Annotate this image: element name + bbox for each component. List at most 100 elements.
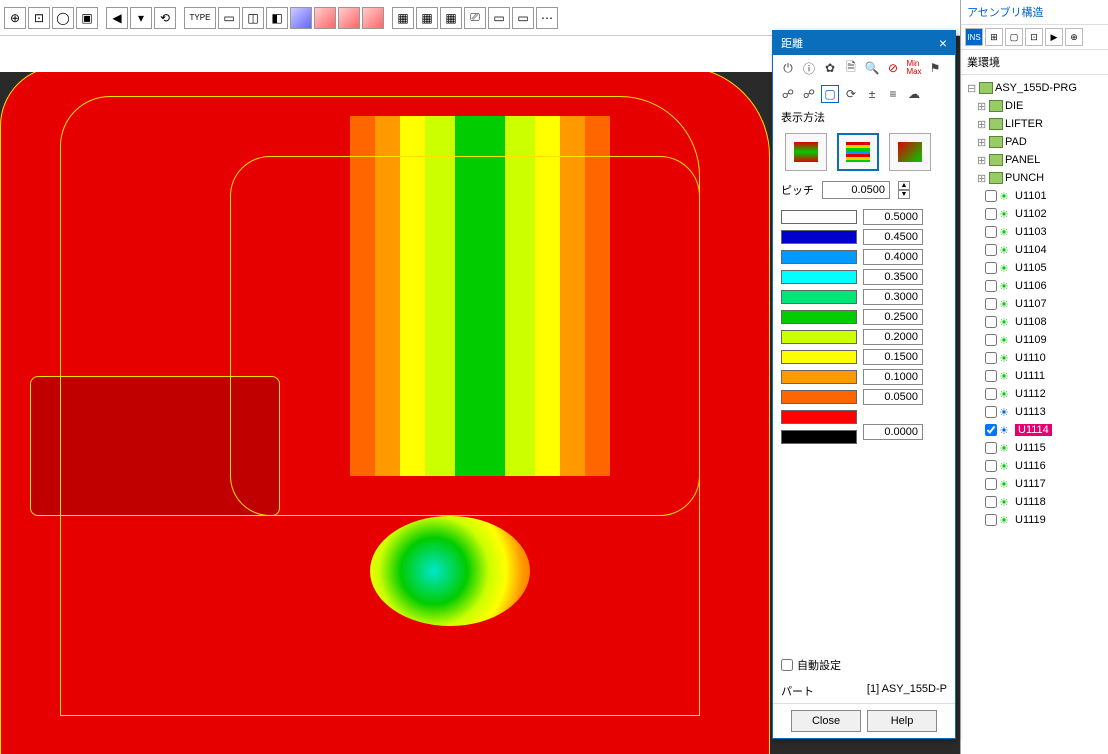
tree-item-label[interactable]: U1107 — [1015, 298, 1047, 310]
expand-icon[interactable]: ⊞ — [977, 136, 987, 149]
grid1-icon[interactable]: ▦ — [392, 7, 414, 29]
mode-banded-button[interactable] — [837, 133, 879, 171]
bulb-icon[interactable]: ☀ — [999, 406, 1013, 418]
legend-value-input[interactable] — [863, 229, 923, 245]
hidden-line-icon[interactable]: ◫ — [242, 7, 264, 29]
tree-tool-2[interactable]: ▢ — [1005, 28, 1023, 46]
power-icon[interactable]: ⏻ — [779, 59, 797, 77]
tree-item-checkbox[interactable] — [985, 442, 997, 454]
bulb-icon[interactable]: ☀ — [999, 190, 1013, 202]
tree-item-checkbox[interactable] — [985, 478, 997, 490]
tree-group-label[interactable]: LIFTER — [1005, 118, 1043, 130]
zoom-fit-icon[interactable]: ◯ — [52, 7, 74, 29]
tree-item-label[interactable]: U1115 — [1015, 442, 1046, 454]
menu-icon[interactable]: ⋯ — [536, 7, 558, 29]
tree-item-checkbox[interactable] — [985, 316, 997, 328]
legend-swatch[interactable] — [781, 270, 857, 284]
tree-item-label[interactable]: U1101 — [1015, 190, 1047, 202]
bulb-icon[interactable]: ☀ — [999, 370, 1013, 382]
tree-item-label[interactable]: U1102 — [1015, 208, 1047, 220]
tree-item-checkbox[interactable] — [985, 226, 997, 238]
legend-swatch[interactable] — [781, 430, 857, 444]
tree-item-label[interactable]: U1116 — [1015, 460, 1046, 472]
refresh-icon[interactable]: ⟳ — [842, 85, 860, 103]
bulb-icon[interactable]: ☀ — [999, 298, 1013, 310]
shaded-red1-icon[interactable] — [314, 7, 336, 29]
equalizer-icon[interactable]: ≡ — [884, 85, 902, 103]
close-button[interactable]: Close — [791, 710, 861, 732]
prev-view-icon[interactable]: ◀ — [106, 7, 128, 29]
gear-icon[interactable]: ✿ — [821, 59, 839, 77]
close-icon[interactable]: × — [939, 35, 947, 51]
tree-item-label[interactable]: U1103 — [1015, 226, 1047, 238]
legend-value-input[interactable] — [863, 249, 923, 265]
bulb-icon[interactable]: ☀ — [999, 352, 1013, 364]
legend-swatch[interactable] — [781, 370, 857, 384]
minmax-icon[interactable]: MinMax — [905, 59, 923, 77]
legend-value-input[interactable] — [863, 329, 923, 345]
bulb-icon[interactable]: ☀ — [999, 226, 1013, 238]
legend-value-input[interactable] — [863, 309, 923, 325]
legend-value-input[interactable] — [863, 269, 923, 285]
tree-group-label[interactable]: PAD — [1005, 136, 1027, 148]
tree-item-label[interactable]: U1109 — [1015, 334, 1047, 346]
shaded-red2-icon[interactable] — [338, 7, 360, 29]
type-button[interactable]: TYPE — [184, 7, 216, 29]
legend-swatch[interactable] — [781, 290, 857, 304]
legend-swatch[interactable] — [781, 350, 857, 364]
tree-item-checkbox[interactable] — [985, 190, 997, 202]
legend-value-input[interactable] — [863, 349, 923, 365]
expand-icon[interactable]: ⊞ — [977, 154, 987, 167]
shaded-red3-icon[interactable] — [362, 7, 384, 29]
grid3-icon[interactable]: ▦ — [440, 7, 462, 29]
shaded-blue-icon[interactable] — [290, 7, 312, 29]
legend-value-input[interactable] — [863, 209, 923, 225]
pitch-input[interactable] — [822, 181, 890, 199]
info-icon[interactable]: ⓘ — [800, 59, 818, 77]
tree-item-checkbox[interactable] — [985, 280, 997, 292]
insert-button[interactable]: INS — [965, 28, 983, 46]
tree-item-label[interactable]: U1111 — [1015, 370, 1045, 382]
cancel-icon[interactable]: ⊘ — [884, 59, 902, 77]
tree-item-checkbox[interactable] — [985, 334, 997, 346]
legend-value-input[interactable] — [863, 369, 923, 385]
tree-group-label[interactable]: PUNCH — [1005, 172, 1044, 184]
expand-icon[interactable]: ⊞ — [977, 100, 987, 113]
legend-value-input[interactable] — [863, 424, 923, 440]
layout1-icon[interactable]: ▭ — [488, 7, 510, 29]
bulb-icon[interactable]: ☀ — [999, 442, 1013, 454]
wireframe-icon[interactable]: ▭ — [218, 7, 240, 29]
legend-swatch[interactable] — [781, 250, 857, 264]
screen-icon[interactable]: ⎚ — [464, 7, 486, 29]
tree-item-checkbox[interactable] — [985, 208, 997, 220]
legend-swatch[interactable] — [781, 410, 857, 424]
layout2-icon[interactable]: ▭ — [512, 7, 534, 29]
expand-icon[interactable]: ⊞ — [977, 172, 987, 185]
tree-item-label[interactable]: U1104 — [1015, 244, 1047, 256]
dialog-titlebar[interactable]: 距離 × — [773, 31, 955, 55]
tree-tool-1[interactable]: ⊞ — [985, 28, 1003, 46]
tree-item-checkbox[interactable] — [985, 262, 997, 274]
bulb-icon[interactable]: ☀ — [999, 478, 1013, 490]
tree-group-label[interactable]: PANEL — [1005, 154, 1040, 166]
bulb-icon[interactable]: ☀ — [999, 262, 1013, 274]
legend-swatch[interactable] — [781, 210, 857, 224]
help-button[interactable]: Help — [867, 710, 937, 732]
legend-swatch[interactable] — [781, 330, 857, 344]
document-icon[interactable]: 🗎 — [842, 59, 860, 77]
tree-item-label[interactable]: U1105 — [1015, 262, 1047, 274]
bulb-icon[interactable]: ☀ — [999, 208, 1013, 220]
auto-checkbox[interactable] — [781, 659, 793, 671]
link1-icon[interactable]: ☍ — [779, 85, 797, 103]
tree-item-checkbox[interactable] — [985, 352, 997, 364]
tree-group-label[interactable]: DIE — [1005, 100, 1023, 112]
bulb-icon[interactable]: ☀ — [999, 388, 1013, 400]
pitch-up-icon[interactable]: ▲ — [898, 181, 910, 190]
bulb-icon[interactable]: ☀ — [999, 280, 1013, 292]
tree-item-label[interactable]: U1118 — [1015, 496, 1046, 508]
tree-item-checkbox[interactable] — [985, 496, 997, 508]
tree-item-label[interactable]: U1114 — [1015, 424, 1052, 436]
bulb-icon[interactable]: ☀ — [999, 424, 1013, 436]
tree-item-checkbox[interactable] — [985, 298, 997, 310]
bulb-icon[interactable]: ☀ — [999, 496, 1013, 508]
